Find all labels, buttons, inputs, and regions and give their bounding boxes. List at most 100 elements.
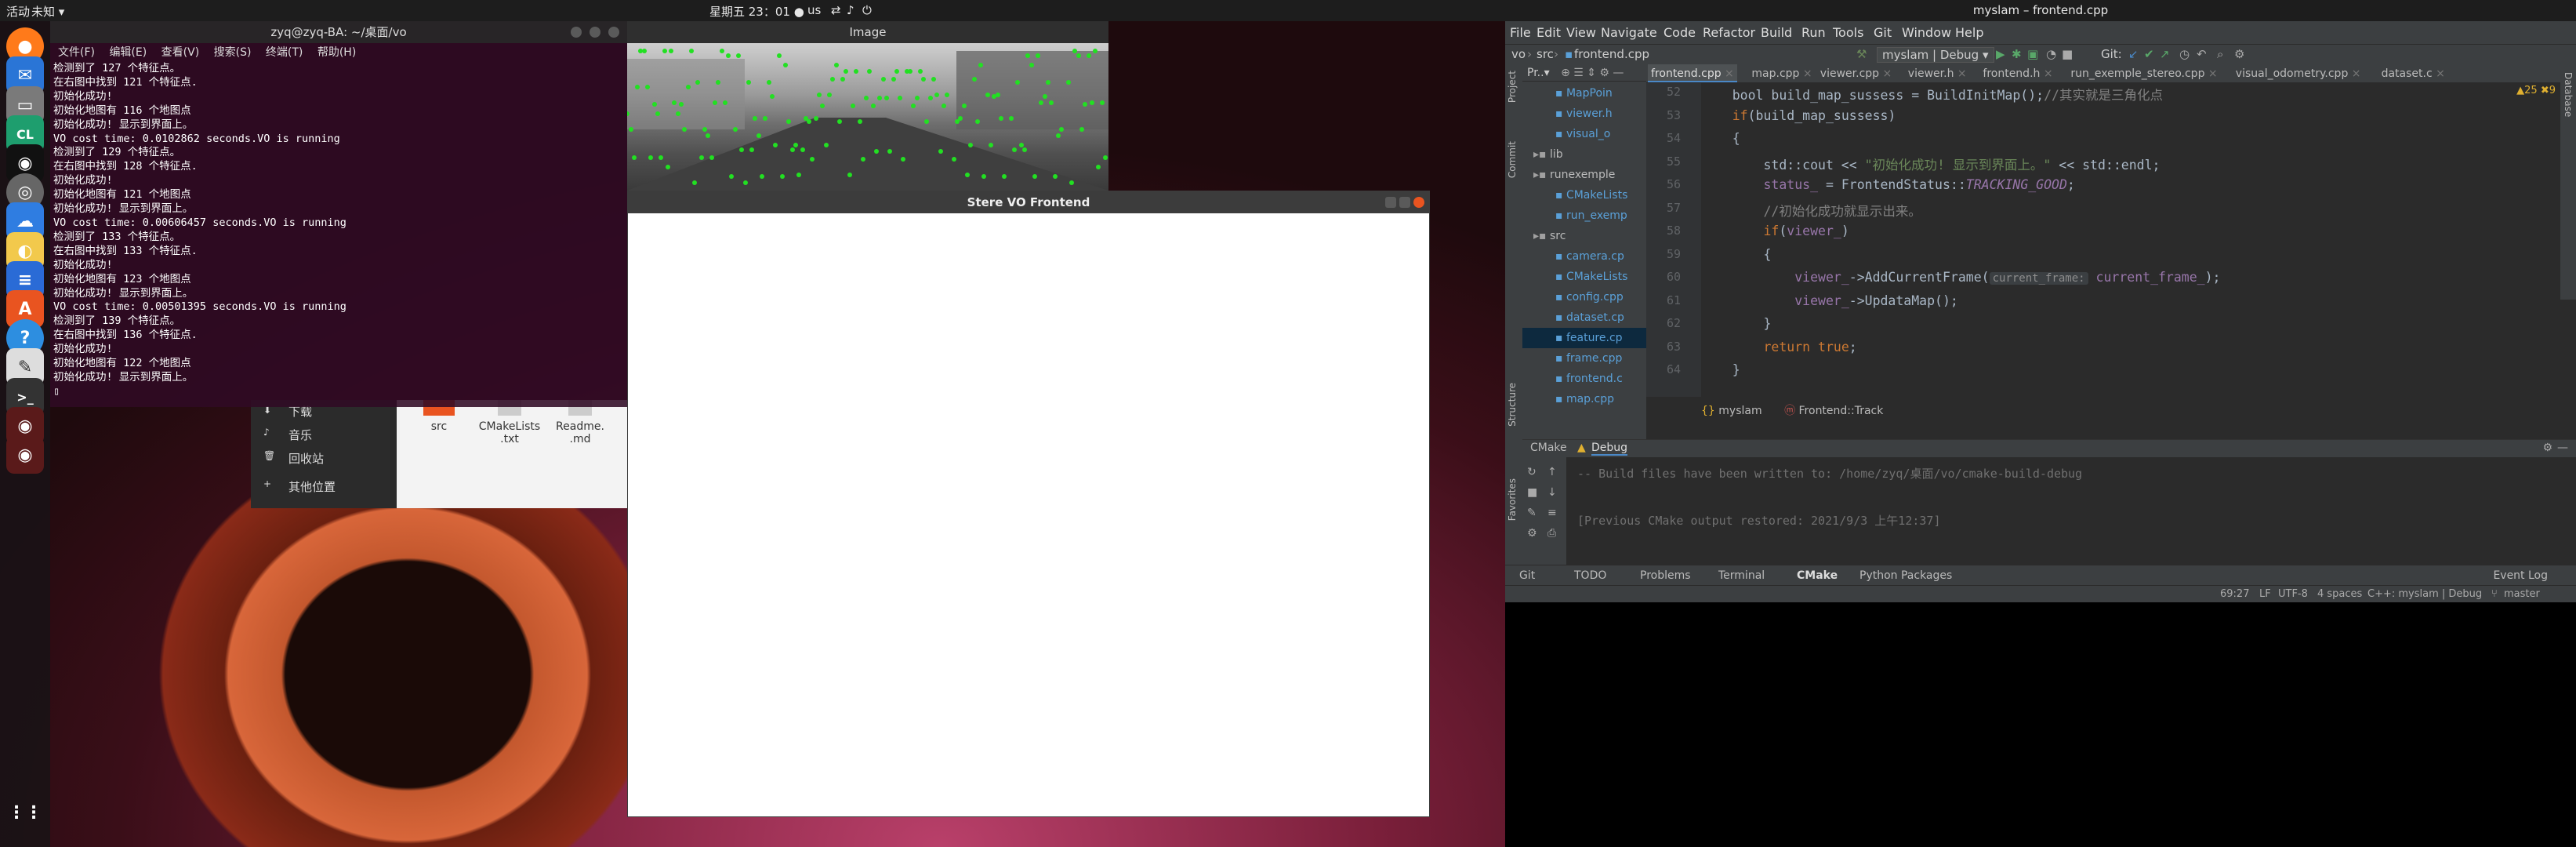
nav-crumb-file[interactable]: frontend.cpp [1574, 47, 1649, 61]
debug-icon[interactable]: ✱ [2012, 47, 2022, 61]
clock[interactable]: 星期五 23：01 ● [709, 3, 804, 20]
resolve-context[interactable]: C++: myslam | Debug [2367, 588, 2482, 600]
gear-icon[interactable]: ⚙ [2542, 442, 2552, 454]
menu-window[interactable]: Window [1902, 25, 1951, 40]
network-icon[interactable]: ⇄ [831, 3, 841, 17]
maximize-icon[interactable] [590, 27, 600, 38]
coverage-icon[interactable]: ▣ [2027, 47, 2038, 61]
sidebar-item-other-locations[interactable]: 其他位置 [288, 478, 336, 495]
editor-tab[interactable]: run_exemple_stereo.cpp × [2067, 64, 2220, 82]
menu-run[interactable]: Run [1801, 25, 1826, 40]
power-icon[interactable]: ⏻ [862, 3, 872, 17]
nav-crumb-src[interactable]: src [1537, 47, 1554, 61]
close-icon[interactable]: × [2348, 67, 2361, 80]
tree-item[interactable]: ▪ run_exemp [1522, 205, 1646, 226]
menu-file[interactable]: 文件(F) [58, 46, 95, 59]
tree-item[interactable]: ▪ map.cpp [1522, 389, 1646, 409]
menu-git[interactable]: Git [1874, 25, 1892, 40]
commit-tool-tab[interactable]: Commit [1507, 141, 1518, 178]
maximize-icon[interactable] [1399, 197, 1410, 208]
tree-item[interactable]: ▪ MapPoin [1522, 83, 1646, 104]
tool-tab-git[interactable]: Git [1519, 569, 1535, 582]
tree-item[interactable]: ▪ dataset.cp [1522, 307, 1646, 328]
terminal-output[interactable]: 检测到了 127 个特征点。 在右图中找到 121 个特征点. 初始化成功! 初始化地… [50, 62, 627, 399]
tool-tab-problems[interactable]: Problems [1640, 569, 1691, 582]
editor-tab[interactable]: visual_odometry.cpp × [2233, 64, 2364, 82]
tree-item[interactable]: ▪ CMakeLists [1522, 267, 1646, 287]
menu-refactor[interactable]: Refactor [1703, 25, 1755, 40]
menu-tools[interactable]: Tools [1833, 25, 1863, 40]
code-area[interactable]: ▲25 ✖9 bool build_map_sussess = BuildIni… [1701, 83, 2571, 397]
editor-tab[interactable]: frontend.h × [1979, 64, 2055, 82]
close-icon[interactable]: × [1799, 67, 1812, 80]
tree-item[interactable]: ▪ camera.cp [1522, 246, 1646, 267]
menu-view[interactable]: View [1566, 25, 1596, 40]
undo-icon[interactable]: ↶ [2197, 47, 2207, 61]
stop-icon[interactable]: ■ [2062, 47, 2073, 61]
line-separator[interactable]: LF [2259, 588, 2271, 600]
input-method-indicator[interactable]: us [807, 3, 821, 17]
tree-item[interactable]: ▪ frontend.c [1522, 369, 1646, 389]
git-branch[interactable]: master [2504, 588, 2540, 600]
gear-icon[interactable]: ⚙ [2234, 47, 2244, 61]
sidebar-item-music[interactable]: 音乐 [288, 427, 312, 443]
menu-file[interactable]: File [1510, 25, 1531, 40]
locate-icon[interactable]: ⊕ ☰ ⇕ ⚙ — [1561, 67, 1624, 79]
run-icon[interactable]: ▶ [1996, 47, 2005, 61]
editor-tab[interactable]: dataset.c × [2378, 64, 2448, 82]
menu-build[interactable]: Build [1761, 25, 1792, 40]
caret-position[interactable]: 69:27 [2220, 588, 2249, 600]
event-log-button[interactable]: Event Log [2493, 569, 2548, 582]
tool-tab-terminal[interactable]: Terminal [1718, 569, 1765, 582]
tree-item[interactable]: ▸▪ runexemple [1522, 165, 1646, 185]
minimize-icon[interactable] [571, 27, 582, 38]
image-viewer-icon[interactable]: ◉ [6, 436, 44, 474]
tree-item[interactable]: ▪ CMakeLists [1522, 185, 1646, 205]
git-update-icon[interactable]: ↙ [2128, 47, 2139, 61]
tree-item[interactable]: ▸▪ lib [1522, 144, 1646, 165]
profile-icon[interactable]: ◔ [2046, 47, 2056, 61]
tree-item[interactable]: ▪ config.cpp [1522, 287, 1646, 307]
project-view-select[interactable]: Pr..▾ [1527, 67, 1550, 79]
show-apps-icon[interactable]: ⋮⋮ [6, 794, 44, 831]
close-icon[interactable]: × [1879, 67, 1892, 80]
close-icon[interactable]: × [2040, 67, 2053, 80]
close-icon[interactable] [1413, 197, 1424, 208]
editor-tab[interactable]: frontend.cpp × [1648, 64, 1737, 82]
file-encoding[interactable]: UTF-8 [2278, 588, 2308, 600]
favorites-tool-tab[interactable]: Favorites [1507, 478, 1518, 521]
editor-tab[interactable]: viewer.cpp × [1817, 64, 1895, 82]
close-icon[interactable]: × [2433, 67, 2445, 80]
project-tool-tab[interactable]: Project [1507, 71, 1518, 103]
tree-item[interactable]: ▪ feature.cp [1522, 328, 1646, 348]
structure-tool-tab[interactable]: Structure [1507, 383, 1518, 427]
nav-crumb-vo[interactable]: vo [1511, 47, 1526, 61]
tool-tab-python-packages[interactable]: Python Packages [1859, 569, 1952, 582]
cmake-tab[interactable]: CMake [1530, 442, 1567, 454]
close-icon[interactable]: × [2204, 67, 2218, 80]
tree-item[interactable]: ▪ visual_o [1522, 124, 1646, 144]
close-icon[interactable]: × [1954, 67, 1967, 80]
scroll-up-icon[interactable]: ↑ ↓ ≡ ⎙ [1547, 462, 1557, 543]
debug-tab[interactable]: Debug [1591, 442, 1628, 456]
menu-edit[interactable]: Edit [1537, 25, 1561, 40]
menu-terminal[interactable]: 终端(T) [266, 46, 303, 59]
database-tool-tab[interactable]: Database [2563, 72, 2574, 117]
editor-tab[interactable]: map.cpp × [1748, 64, 1815, 82]
menu-edit[interactable]: 编辑(E) [109, 46, 147, 59]
terminal-titlebar[interactable]: zyq@zyq-BA: ~/桌面/vo [50, 21, 627, 43]
tree-item[interactable]: ▸▪ src [1522, 226, 1646, 246]
editor-tab[interactable]: viewer.h × [1905, 64, 1970, 82]
breadcrumb-function[interactable]: Frontend::Track [1799, 405, 1884, 417]
breadcrumb-namespace[interactable]: myslam [1718, 405, 1761, 417]
menu-code[interactable]: Code [1664, 25, 1696, 40]
hide-icon[interactable]: — [2557, 442, 2568, 454]
reload-icon[interactable]: ↻ ■ ✎ ⚙ [1527, 462, 1537, 543]
history-icon[interactable]: ◷ [2179, 47, 2190, 61]
activities-button[interactable]: 活动 [6, 3, 30, 20]
volume-icon[interactable]: ♪ [847, 3, 854, 17]
run-config-select[interactable]: myslam | Debug ▾ [1877, 47, 1994, 63]
pangolin-canvas[interactable] [628, 213, 1429, 816]
stereo-titlebar[interactable]: Stere VO Frontend [628, 191, 1429, 213]
menu-search[interactable]: 搜索(S) [214, 46, 252, 59]
